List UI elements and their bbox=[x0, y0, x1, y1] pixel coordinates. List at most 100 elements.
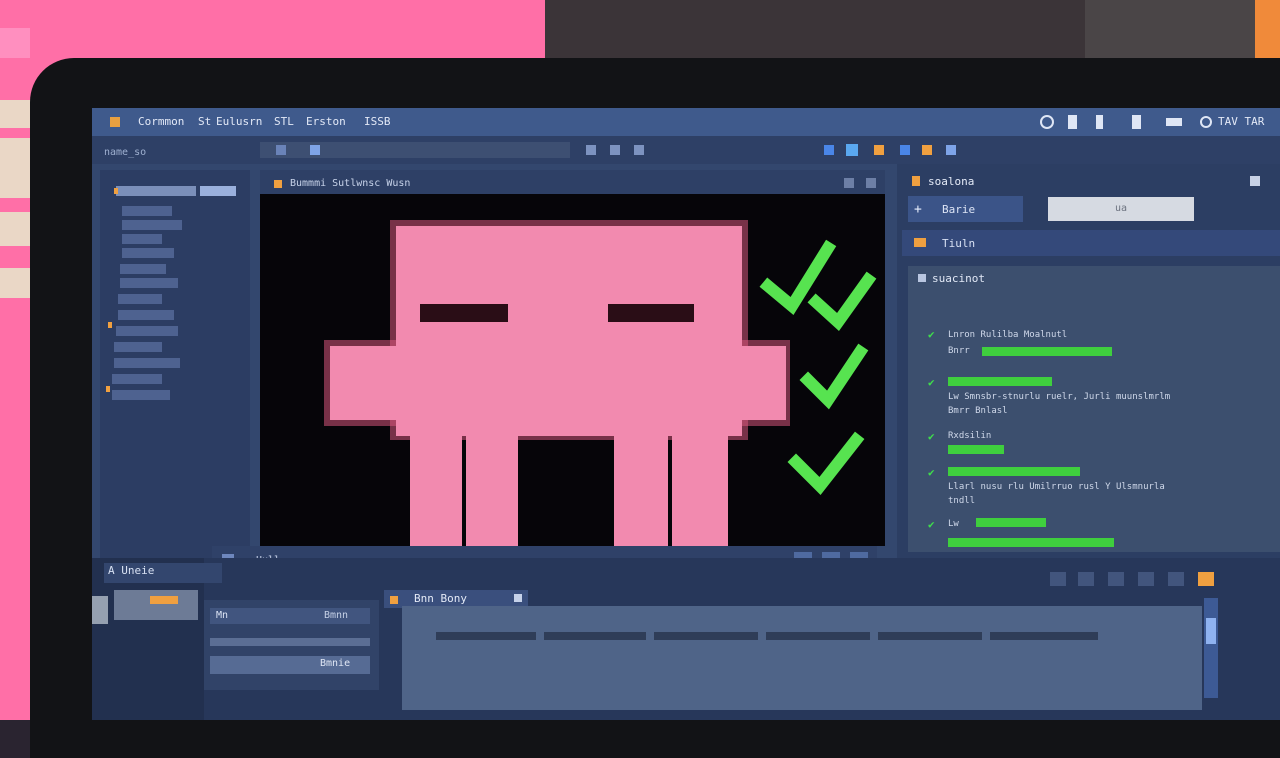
log-highlight bbox=[976, 518, 1046, 527]
creature-eye-right bbox=[608, 304, 694, 322]
tree-item[interactable] bbox=[118, 310, 174, 320]
lock-icon[interactable] bbox=[1096, 115, 1103, 129]
panel-menu-icon[interactable] bbox=[1250, 176, 1260, 186]
timeline-track[interactable] bbox=[878, 632, 982, 640]
terminal-icon bbox=[918, 274, 926, 282]
tree-item[interactable] bbox=[122, 220, 182, 230]
log-highlight bbox=[948, 538, 1114, 547]
creature-eye-left bbox=[420, 304, 508, 322]
log-highlight bbox=[948, 377, 1052, 386]
tree-item[interactable] bbox=[122, 248, 174, 258]
camera-icon[interactable] bbox=[946, 145, 956, 155]
menu-item[interactable]: Eulusrn bbox=[216, 115, 262, 128]
grid-icon[interactable] bbox=[1078, 572, 1094, 586]
tree-item[interactable] bbox=[116, 326, 178, 336]
log-entry: Lw Smnsbr-stnurlu ruelr, Jurli muunslmrl… bbox=[948, 392, 1171, 402]
menu-bar: Cormmon St Eulusrn STL Erston ISSB TAV T… bbox=[92, 108, 1280, 136]
settings-icon[interactable] bbox=[922, 145, 932, 155]
apply-button-label: Bmnie bbox=[320, 658, 351, 669]
asset-thumbnail[interactable] bbox=[114, 590, 198, 620]
game-viewport[interactable] bbox=[260, 194, 885, 548]
user-icon[interactable] bbox=[1200, 116, 1212, 128]
play-icon[interactable] bbox=[874, 145, 884, 155]
home-icon[interactable] bbox=[310, 145, 320, 155]
select-tool-icon[interactable] bbox=[824, 145, 834, 155]
log-entry-sub: Bnrr bbox=[948, 346, 970, 356]
timeline-icon bbox=[390, 596, 398, 604]
section-label: Tiuln bbox=[942, 237, 976, 250]
maximize-icon[interactable] bbox=[844, 178, 854, 188]
background-tile bbox=[0, 28, 30, 58]
viewport-title: Bummmi Sutlwnsc Wusn bbox=[290, 178, 411, 189]
tree-item[interactable] bbox=[122, 234, 162, 244]
log-entry: Lw bbox=[948, 519, 959, 529]
up-icon[interactable] bbox=[634, 145, 644, 155]
scrollbar-thumb[interactable] bbox=[1206, 618, 1216, 644]
background-wall bbox=[0, 0, 545, 60]
add-button-label: Barie bbox=[942, 203, 976, 216]
name-field[interactable]: ua bbox=[1048, 197, 1194, 221]
timeline-track[interactable] bbox=[544, 632, 646, 640]
menu-item[interactable]: Cormmon bbox=[138, 115, 184, 128]
filter-icon[interactable] bbox=[1108, 572, 1124, 586]
timeline-label: Bnn Bony bbox=[414, 592, 467, 605]
timeline-track[interactable] bbox=[654, 632, 758, 640]
timeline-track[interactable] bbox=[990, 632, 1098, 640]
viewport-canvas bbox=[324, 220, 877, 548]
tree-root[interactable] bbox=[116, 186, 196, 196]
timeline-track[interactable] bbox=[436, 632, 536, 640]
app-logo-icon bbox=[110, 117, 120, 127]
check-icon: ✔ bbox=[928, 518, 935, 531]
alert-icon[interactable] bbox=[1198, 572, 1214, 586]
battery-icon[interactable] bbox=[1068, 115, 1077, 129]
path-field[interactable] bbox=[260, 142, 570, 158]
menu-item[interactable]: ISSB bbox=[364, 115, 391, 128]
tree-item[interactable] bbox=[120, 264, 166, 274]
property-slider[interactable] bbox=[210, 638, 370, 646]
back-icon[interactable] bbox=[586, 145, 596, 155]
clipboard-icon[interactable] bbox=[1132, 115, 1141, 129]
timeline[interactable] bbox=[402, 606, 1202, 710]
tree-item[interactable] bbox=[114, 358, 180, 368]
menu-item[interactable]: Erston bbox=[306, 115, 346, 128]
tree-root-badge bbox=[200, 186, 236, 196]
tree-item[interactable] bbox=[118, 294, 162, 304]
tree-item[interactable] bbox=[112, 374, 162, 384]
log-entry-sub: Bmrr Bnlasl bbox=[948, 406, 1008, 416]
move-tool-icon[interactable] bbox=[846, 144, 858, 156]
panel-title: soalona bbox=[928, 175, 975, 188]
background-panel bbox=[1085, 0, 1255, 58]
log-highlight bbox=[948, 467, 1080, 476]
folder-icon[interactable] bbox=[276, 145, 286, 155]
menu-item[interactable]: STL bbox=[274, 115, 294, 128]
tree-item[interactable] bbox=[114, 342, 162, 352]
output-title: suacinot bbox=[932, 272, 985, 285]
asset-thumbnail[interactable] bbox=[92, 596, 108, 624]
refresh-icon[interactable] bbox=[1040, 115, 1054, 129]
panel-icon bbox=[912, 176, 920, 186]
minimize-icon[interactable] bbox=[1168, 572, 1184, 586]
list-icon[interactable] bbox=[1050, 572, 1066, 586]
log-highlight bbox=[948, 445, 1004, 454]
file-icon bbox=[106, 386, 110, 392]
check-icon: ✔ bbox=[928, 328, 935, 341]
property-value: Bmnn bbox=[324, 610, 349, 621]
link-icon[interactable] bbox=[1138, 572, 1154, 586]
wifi-icon[interactable] bbox=[1166, 118, 1182, 126]
menu-item[interactable]: St bbox=[198, 115, 211, 128]
close-icon[interactable] bbox=[866, 178, 876, 188]
log-entry: Llarl nusu rlu Umilrruo rusl Y Ulsmnurla bbox=[948, 482, 1165, 492]
timeline-track[interactable] bbox=[766, 632, 870, 640]
folder-icon bbox=[114, 188, 118, 194]
tree-item[interactable] bbox=[112, 390, 170, 400]
tree-item[interactable] bbox=[122, 206, 172, 216]
tree-item[interactable] bbox=[120, 278, 178, 288]
close-icon[interactable] bbox=[514, 594, 522, 602]
check-icon: ✔ bbox=[928, 466, 935, 479]
forward-icon[interactable] bbox=[610, 145, 620, 155]
timeline-scrollbar[interactable] bbox=[1204, 598, 1218, 698]
check-icon: ✔ bbox=[928, 430, 935, 443]
dock-tab-label: A Uneie bbox=[108, 564, 155, 577]
layers-icon[interactable] bbox=[900, 145, 910, 155]
file-label[interactable]: name_so bbox=[104, 147, 146, 158]
